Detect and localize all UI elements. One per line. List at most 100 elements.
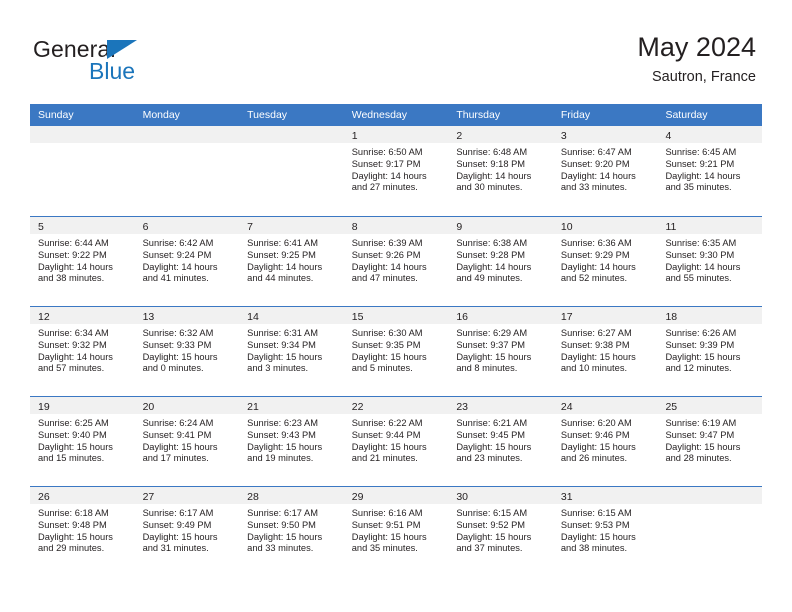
day-cell-1[interactable]: 1 Sunrise: 6:50 AM Sunset: 9:17 PM Daylight… xyxy=(343,126,449,215)
day-number: 22 xyxy=(351,401,364,413)
day-cell-24[interactable]: 24 Sunrise: 6:20 AM Sunset: 9:46 PM Dayligh… xyxy=(552,397,658,486)
day-info: Sunrise: 6:29 AM Sunset: 9:37 PM Daylight:… xyxy=(448,324,553,376)
day-info: Sunrise: 6:31 AM Sunset: 9:34 PM Daylight:… xyxy=(239,324,344,376)
day-info: Sunrise: 6:48 AM Sunset: 9:18 PM Daylight:… xyxy=(448,143,553,195)
day-info-line: Daylight: 14 hours xyxy=(665,170,741,181)
day-cell-12[interactable]: 12 Sunrise: 6:34 AM Sunset: 9:32 PM Dayligh… xyxy=(30,307,135,396)
day-info: Sunrise: 6:45 AM Sunset: 9:21 PM Daylight:… xyxy=(657,143,763,195)
day-info xyxy=(30,143,135,147)
day-number-band: 29 xyxy=(343,487,449,504)
day-number-band: 6 xyxy=(134,217,240,234)
day-number-band: 17 xyxy=(552,307,658,324)
day-info-line: Sunrise: 6:45 AM xyxy=(665,147,737,157)
day-info: Sunrise: 6:21 AM Sunset: 9:45 PM Daylight:… xyxy=(448,414,553,466)
day-info-line: Sunset: 9:49 PM xyxy=(142,519,212,530)
brand-logo[interactable]: General Blue xyxy=(33,36,253,92)
day-cell-29[interactable]: 29 Sunrise: 6:16 AM Sunset: 9:51 PM Dayligh… xyxy=(343,487,449,576)
weekday-header-tuesday: Tuesday xyxy=(247,109,288,121)
day-cell-5[interactable]: 5 Sunrise: 6:44 AM Sunset: 9:22 PM Daylight… xyxy=(30,217,135,306)
day-cell-21[interactable]: 21 Sunrise: 6:23 AM Sunset: 9:43 PM Dayligh… xyxy=(239,397,344,486)
day-cell-2[interactable]: 2 Sunrise: 6:48 AM Sunset: 9:18 PM Daylight… xyxy=(448,126,553,215)
day-cell-27[interactable]: 27 Sunrise: 6:17 AM Sunset: 9:49 PM Dayligh… xyxy=(134,487,240,576)
day-info-line: and 21 minutes. xyxy=(351,453,418,464)
day-number-band: 22 xyxy=(343,397,449,414)
day-info-line: Sunrise: 6:26 AM xyxy=(665,328,737,338)
day-info-line: Sunset: 9:40 PM xyxy=(38,429,107,440)
day-cell-19[interactable]: 19 Sunrise: 6:25 AM Sunset: 9:40 PM Dayligh… xyxy=(30,397,135,486)
day-info: Sunrise: 6:36 AM Sunset: 9:29 PM Daylight:… xyxy=(552,234,658,286)
day-number: 6 xyxy=(142,221,149,233)
day-cell-3[interactable]: 3 Sunrise: 6:47 AM Sunset: 9:20 PM Daylight… xyxy=(552,126,658,215)
day-info-line: Daylight: 15 hours xyxy=(665,351,741,362)
day-cell-23[interactable]: 23 Sunrise: 6:21 AM Sunset: 9:45 PM Dayligh… xyxy=(448,397,553,486)
day-info-line: Daylight: 15 hours xyxy=(142,441,218,452)
day-cell-17[interactable]: 17 Sunrise: 6:27 AM Sunset: 9:38 PM Dayligh… xyxy=(552,307,658,396)
day-info-line: Sunset: 9:39 PM xyxy=(665,339,735,350)
day-info: Sunrise: 6:44 AM Sunset: 9:22 PM Daylight:… xyxy=(30,234,135,286)
day-cell-28[interactable]: 28 Sunrise: 6:17 AM Sunset: 9:50 PM Dayligh… xyxy=(239,487,344,576)
day-info-line: Sunset: 9:50 PM xyxy=(247,519,316,530)
day-info-line: Sunrise: 6:17 AM xyxy=(247,508,318,518)
day-cell-25[interactable]: 25 Sunrise: 6:19 AM Sunset: 9:47 PM Dayligh… xyxy=(657,397,763,486)
day-info-line: Daylight: 15 hours xyxy=(247,351,323,362)
week-cells: 19 Sunrise: 6:25 AM Sunset: 9:40 PM Dayligh… xyxy=(30,397,763,486)
day-info-line: Sunset: 9:44 PM xyxy=(351,429,421,440)
day-cell-10[interactable]: 10 Sunrise: 6:36 AM Sunset: 9:29 PM Dayligh… xyxy=(552,217,658,306)
day-info-line: Sunrise: 6:48 AM xyxy=(456,147,528,157)
day-info-line: Sunrise: 6:15 AM xyxy=(456,508,528,518)
day-number-band: 27 xyxy=(134,487,240,504)
day-info-line: Sunset: 9:43 PM xyxy=(247,429,316,440)
day-info-line: Sunset: 9:34 PM xyxy=(247,339,316,350)
day-number-band: 13 xyxy=(134,307,240,324)
day-info-line: and 17 minutes. xyxy=(142,453,209,464)
day-info-line: Sunrise: 6:25 AM xyxy=(38,418,109,428)
day-cell-7[interactable]: 7 Sunrise: 6:41 AM Sunset: 9:25 PM Daylight… xyxy=(239,217,344,306)
day-info-line: Sunrise: 6:18 AM xyxy=(38,508,109,518)
day-info-line: and 37 minutes. xyxy=(456,543,523,554)
day-info: Sunrise: 6:32 AM Sunset: 9:33 PM Daylight:… xyxy=(134,324,240,376)
day-cell-14[interactable]: 14 Sunrise: 6:31 AM Sunset: 9:34 PM Dayligh… xyxy=(239,307,344,396)
day-cell-8[interactable]: 8 Sunrise: 6:39 AM Sunset: 9:26 PM Daylight… xyxy=(343,217,449,306)
day-cell-6[interactable]: 6 Sunrise: 6:42 AM Sunset: 9:24 PM Daylight… xyxy=(134,217,240,306)
day-cell-11[interactable]: 11 Sunrise: 6:35 AM Sunset: 9:30 PM Dayligh… xyxy=(657,217,763,306)
day-cell-18[interactable]: 18 Sunrise: 6:26 AM Sunset: 9:39 PM Dayligh… xyxy=(657,307,763,396)
day-info-line: Daylight: 15 hours xyxy=(665,441,741,452)
day-cell-15[interactable]: 15 Sunrise: 6:30 AM Sunset: 9:35 PM Dayligh… xyxy=(343,307,449,396)
day-number: 24 xyxy=(560,401,573,413)
day-number: 1 xyxy=(351,130,358,142)
day-cell-31[interactable]: 31 Sunrise: 6:15 AM Sunset: 9:53 PM Dayligh… xyxy=(552,487,658,576)
day-cell-4[interactable]: 4 Sunrise: 6:45 AM Sunset: 9:21 PM Daylight… xyxy=(657,126,763,215)
day-cell-22[interactable]: 22 Sunrise: 6:22 AM Sunset: 9:44 PM Dayligh… xyxy=(343,397,449,486)
day-cell-20[interactable]: 20 Sunrise: 6:24 AM Sunset: 9:41 PM Dayligh… xyxy=(134,397,240,486)
day-number: 14 xyxy=(247,311,259,323)
day-number: 23 xyxy=(456,401,468,413)
day-info-line: and 19 minutes. xyxy=(247,453,314,464)
day-cell-26[interactable]: 26 Sunrise: 6:18 AM Sunset: 9:48 PM Dayligh… xyxy=(30,487,135,576)
day-info-line: Sunrise: 6:42 AM xyxy=(142,238,214,248)
day-cell-9[interactable]: 9 Sunrise: 6:38 AM Sunset: 9:28 PM Daylight… xyxy=(448,217,553,306)
day-info-line: Sunrise: 6:23 AM xyxy=(247,418,318,428)
day-number-band: 9 xyxy=(448,217,553,234)
day-info-line: Sunrise: 6:24 AM xyxy=(142,418,214,428)
page-title: May 2024 xyxy=(637,32,756,62)
day-info-line: Sunset: 9:30 PM xyxy=(665,249,735,260)
day-info: Sunrise: 6:17 AM Sunset: 9:50 PM Daylight:… xyxy=(239,504,344,556)
day-info: Sunrise: 6:47 AM Sunset: 9:20 PM Daylight:… xyxy=(552,143,658,195)
day-info: Sunrise: 6:22 AM Sunset: 9:44 PM Daylight:… xyxy=(343,414,449,466)
day-info-line: and 26 minutes. xyxy=(560,453,628,464)
day-number-band xyxy=(657,487,763,504)
day-info-line: Sunset: 9:41 PM xyxy=(142,429,212,440)
day-info-line: Sunset: 9:48 PM xyxy=(38,519,107,530)
day-cell-30[interactable]: 30 Sunrise: 6:15 AM Sunset: 9:52 PM Dayligh… xyxy=(448,487,553,576)
day-info-line: Daylight: 15 hours xyxy=(456,441,532,452)
day-number: 12 xyxy=(38,311,50,323)
day-info-line: Sunrise: 6:19 AM xyxy=(665,418,737,428)
day-cell-13[interactable]: 13 Sunrise: 6:32 AM Sunset: 9:33 PM Dayligh… xyxy=(134,307,240,396)
day-number: 4 xyxy=(665,130,672,142)
day-number: 17 xyxy=(560,311,573,323)
day-info-line: Sunrise: 6:16 AM xyxy=(351,508,423,518)
day-cell-16[interactable]: 16 Sunrise: 6:29 AM Sunset: 9:37 PM Dayligh… xyxy=(448,307,553,396)
day-info: Sunrise: 6:39 AM Sunset: 9:26 PM Daylight:… xyxy=(343,234,449,286)
day-info-line: and 41 minutes. xyxy=(142,273,209,284)
day-info-line: Sunset: 9:37 PM xyxy=(456,339,526,350)
